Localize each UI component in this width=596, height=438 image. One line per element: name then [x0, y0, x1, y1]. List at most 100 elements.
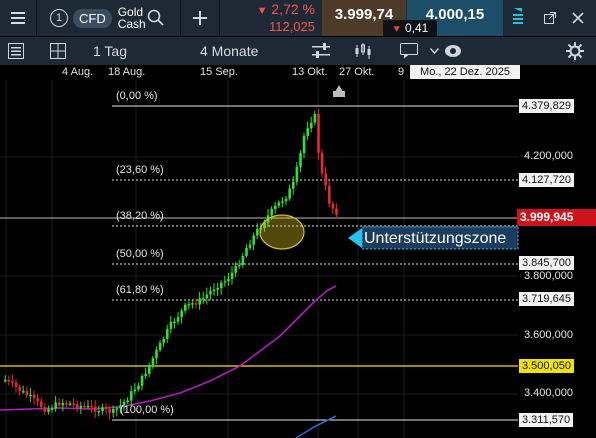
fib-price-tag: 4.379,829 — [519, 99, 574, 113]
candle-body — [252, 235, 255, 245]
candle-body — [101, 407, 104, 412]
candle-body — [191, 303, 194, 305]
candle-body — [256, 228, 259, 236]
candle-body — [4, 379, 7, 382]
fib-level-label: (0,00 %) — [116, 90, 158, 102]
down-triangle-icon: ▼ — [391, 24, 402, 35]
candle-body — [187, 303, 191, 306]
fib-level-label: (61,80 %) — [116, 284, 164, 296]
candle-body — [137, 385, 140, 390]
candle-body — [274, 205, 277, 210]
add-button[interactable] — [181, 0, 219, 36]
eye-icon — [445, 45, 461, 57]
candle-body — [11, 380, 14, 383]
fib-price-tag: 4.127,720 — [519, 173, 574, 187]
candle-body — [277, 202, 281, 206]
candle-body — [47, 409, 50, 412]
candle-body — [50, 408, 54, 411]
moving-average-blue — [295, 415, 337, 438]
fib-level-label: (100,00 %) — [120, 404, 174, 416]
candle-body — [234, 266, 237, 273]
candle-body — [205, 294, 209, 299]
time-axis-label: 9 — [398, 66, 405, 78]
visibility-button[interactable] — [444, 37, 466, 65]
candle-body — [310, 122, 313, 129]
instrument-name: Gold Cash — [118, 6, 146, 30]
chevron-down-icon — [430, 48, 439, 54]
moving-average-long — [0, 285, 337, 411]
chart-toolbar: 1 Tag 4 Monate — [0, 37, 596, 65]
candle-body — [313, 113, 317, 123]
change-percent: 2,72 % — [271, 1, 315, 17]
fib-level-label: (23,60 %) — [116, 164, 164, 176]
candle-body — [14, 382, 18, 387]
crosshair-date-tag: Mo., 22 Dez. 2025 — [410, 65, 520, 79]
candle-body — [40, 401, 43, 408]
search-icon[interactable] — [147, 9, 165, 27]
layout-button[interactable] — [50, 37, 72, 65]
close-button[interactable] — [566, 0, 590, 36]
settings-button[interactable] — [566, 37, 588, 65]
candle-body — [238, 264, 241, 267]
candle-body — [58, 402, 61, 406]
price-axis-tick: 3.800,000 — [524, 270, 573, 282]
candle-body — [248, 244, 252, 248]
candle-body — [320, 152, 324, 174]
fibonacci-retracement[interactable] — [112, 105, 518, 421]
candle-body — [54, 402, 57, 409]
current-price-tag: 3.999,945 — [517, 209, 596, 226]
candle-body — [144, 373, 147, 376]
chevron-button[interactable] — [430, 37, 444, 65]
fib-price-tag: 3.845,700 — [519, 256, 574, 270]
fib-level-label: (50,00 %) — [116, 248, 164, 260]
detach-window-button[interactable] — [538, 0, 562, 36]
candle-body — [227, 278, 230, 282]
grid-layout-icon — [50, 43, 66, 59]
candle-body — [162, 338, 165, 343]
list-icon — [8, 43, 24, 59]
close-icon — [572, 12, 584, 24]
annotation-arrow — [348, 228, 362, 248]
candle-body — [292, 181, 295, 189]
candle-body — [306, 128, 309, 136]
change-display: ▼ 2,72 % 112,025 — [220, 0, 321, 36]
candle-body — [130, 391, 133, 401]
chart-type-button[interactable] — [354, 37, 376, 65]
candle-body — [155, 350, 158, 359]
price-axis-tick: 3.600,000 — [524, 329, 573, 341]
instrument-name-line2: Cash — [117, 17, 146, 31]
candle-body — [72, 403, 75, 405]
price-chart[interactable] — [0, 80, 596, 438]
candle-body — [94, 406, 97, 412]
candle-body — [299, 153, 302, 167]
instrument-selector[interactable]: 1 CFD Gold Cash — [40, 0, 180, 36]
hline-price-tag: 3.500,050 — [519, 359, 574, 373]
comment-button[interactable] — [400, 37, 422, 65]
candlestick-icon — [355, 43, 371, 59]
scroll-toggle[interactable] — [504, 0, 532, 36]
slot-number-badge: 1 — [50, 9, 68, 27]
interval-selector[interactable]: 1 Tag — [93, 37, 183, 65]
candle-body — [173, 321, 176, 324]
external-link-icon — [544, 12, 556, 24]
candle-body — [86, 405, 90, 408]
list-view-button[interactable] — [8, 37, 30, 65]
sliders-icon — [312, 43, 330, 58]
range-selector[interactable]: 4 Monate — [200, 37, 290, 65]
fib-price-tag: 3.311,570 — [519, 413, 574, 427]
menu-button[interactable] — [0, 0, 36, 36]
indicators-button[interactable] — [312, 37, 334, 65]
time-axis-label: 27 Okt. — [339, 66, 375, 78]
spread-value: 0,41 — [404, 21, 429, 35]
support-highlight[interactable] — [259, 214, 305, 250]
candle-body — [65, 402, 68, 405]
plus-icon — [193, 11, 207, 25]
crosshair-marker-base — [333, 91, 345, 97]
candle-body — [194, 303, 198, 305]
candle-body — [328, 185, 331, 204]
candle-body — [288, 188, 291, 199]
candle-body — [83, 405, 86, 408]
candle-body — [32, 394, 36, 398]
candle-body — [76, 403, 79, 408]
candle-body — [180, 310, 183, 318]
